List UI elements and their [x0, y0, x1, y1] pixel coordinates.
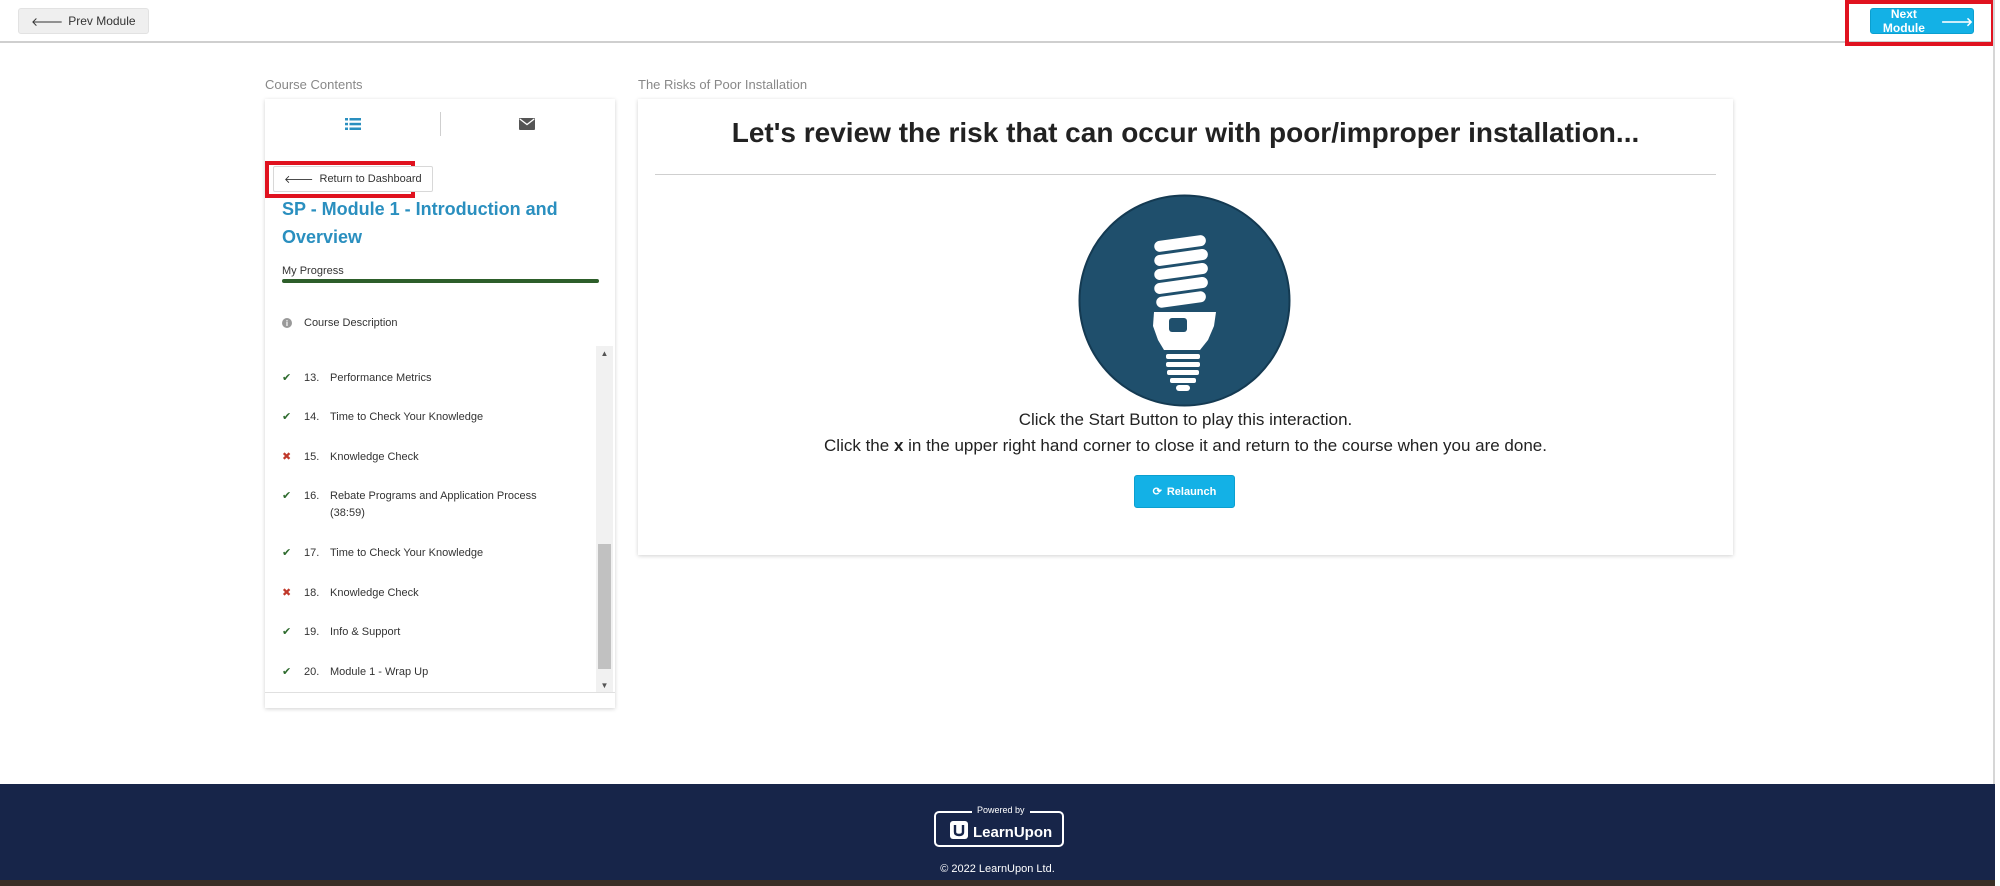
lesson-heading: Let's review the risk that can occur wit…	[731, 117, 1640, 148]
arrow-left-icon: 🡐	[284, 174, 314, 186]
instruction-line-2: Click the x in the upper right hand corn…	[638, 436, 1733, 456]
instruction-x: x	[893, 436, 904, 455]
item-label: Module 1 - Wrap Up	[330, 666, 429, 678]
item-number: 17.	[304, 547, 320, 559]
prev-module-label: Prev Module	[68, 14, 136, 28]
instruction-text: Click the	[824, 436, 894, 455]
prev-module-button[interactable]: 🡐 Prev Module	[18, 8, 149, 34]
next-module-label: Next Module	[1882, 7, 1925, 35]
heading-divider	[655, 174, 1716, 175]
item-label: Rebate Programs and Application Process …	[330, 490, 537, 519]
relaunch-button[interactable]: ⟳ Relaunch	[1134, 475, 1235, 508]
check-icon: ✔	[282, 411, 292, 423]
check-icon: ✔	[282, 666, 292, 678]
item-label: Knowledge Check	[330, 451, 419, 463]
brand: LearnUpon	[950, 821, 1052, 843]
window-edge	[1993, 0, 1995, 784]
item-label: Time to Check Your Knowledge	[330, 411, 484, 423]
top-navigation-bar: 🡐 Prev Module Next Module 🡒	[0, 0, 1995, 46]
footer: Powered by LearnUpon © 2022 LearnUpon Lt…	[0, 784, 1995, 886]
arrow-left-icon: 🡐	[31, 14, 64, 29]
item-label: Info & Support	[330, 626, 401, 638]
tab-divider	[440, 112, 441, 136]
progress-bar-fill	[282, 279, 599, 283]
item-label: Time to Check Your Knowledge	[330, 547, 484, 559]
course-description-item[interactable]: i Course Description	[282, 317, 398, 329]
relaunch-label: Relaunch	[1166, 485, 1217, 498]
item-number: 13.	[304, 372, 320, 384]
scroll-down-icon[interactable]: ▼	[596, 678, 613, 692]
progress-label: My Progress	[282, 265, 344, 277]
check-icon: ✔	[282, 490, 292, 502]
return-to-dashboard-button[interactable]: 🡐 Return to Dashboard	[273, 166, 433, 192]
item-number: 14.	[304, 411, 320, 423]
item-number: 18.	[304, 587, 320, 599]
powered-by-label: Powered by	[972, 805, 1030, 815]
item-number: 19.	[304, 626, 320, 638]
sidebar-tabs	[265, 99, 615, 149]
item-number: 16.	[304, 490, 320, 502]
refresh-icon: ⟳	[1152, 486, 1162, 498]
cross-icon: ✖	[282, 587, 292, 599]
instruction-text: in the upper right hand corner to close …	[903, 436, 1547, 455]
copyright-text: © 2022 LearnUpon Ltd.	[940, 863, 1055, 875]
sidebar-divider	[265, 692, 615, 693]
brand-name: LearnUpon	[973, 823, 1053, 841]
course-contents-heading: Course Contents	[265, 77, 363, 92]
course-contents-panel: 🡐 Return to Dashboard SP - Module 1 - In…	[265, 99, 615, 708]
scroll-up-icon[interactable]: ▲	[596, 346, 613, 360]
powered-by-badge[interactable]: Powered by LearnUpon	[934, 805, 1064, 847]
module-list: ✔ 13. Performance Metrics ✔ 14. Time to …	[265, 346, 615, 692]
item-number: 20.	[304, 666, 320, 678]
scrollbar-thumb[interactable]	[598, 544, 611, 669]
lesson-content-card: Let's review the risk that can occur wit…	[638, 99, 1733, 555]
window-bottom-edge	[0, 880, 1995, 886]
module-list-scrollbar[interactable]: ▲ ▼	[596, 346, 613, 692]
arrow-right-icon: 🡒	[1940, 14, 1973, 29]
course-title[interactable]: SP - Module 1 - Introduction and Overvie…	[282, 195, 592, 251]
info-icon: i	[282, 318, 292, 328]
lightbulb-icon	[1078, 194, 1291, 407]
list-icon[interactable]	[343, 114, 363, 134]
check-icon: ✔	[282, 372, 292, 384]
lesson-title-heading: The Risks of Poor Installation	[638, 77, 808, 92]
return-label: Return to Dashboard	[319, 173, 422, 185]
envelope-icon[interactable]	[517, 114, 537, 134]
instruction-line-1: Click the Start Button to play this inte…	[1018, 410, 1353, 429]
check-icon: ✔	[282, 547, 292, 559]
next-module-button[interactable]: Next Module 🡒	[1870, 7, 1974, 35]
item-number: 15.	[304, 451, 320, 463]
item-label: Performance Metrics	[330, 372, 432, 384]
check-icon: ✔	[282, 626, 292, 638]
progress-bar	[282, 279, 599, 283]
cross-icon: ✖	[282, 451, 292, 463]
item-label: Knowledge Check	[330, 587, 419, 599]
window-edge	[1995, 784, 2000, 886]
course-description-label: Course Description	[304, 317, 398, 329]
learnupon-logo-icon	[950, 821, 968, 843]
